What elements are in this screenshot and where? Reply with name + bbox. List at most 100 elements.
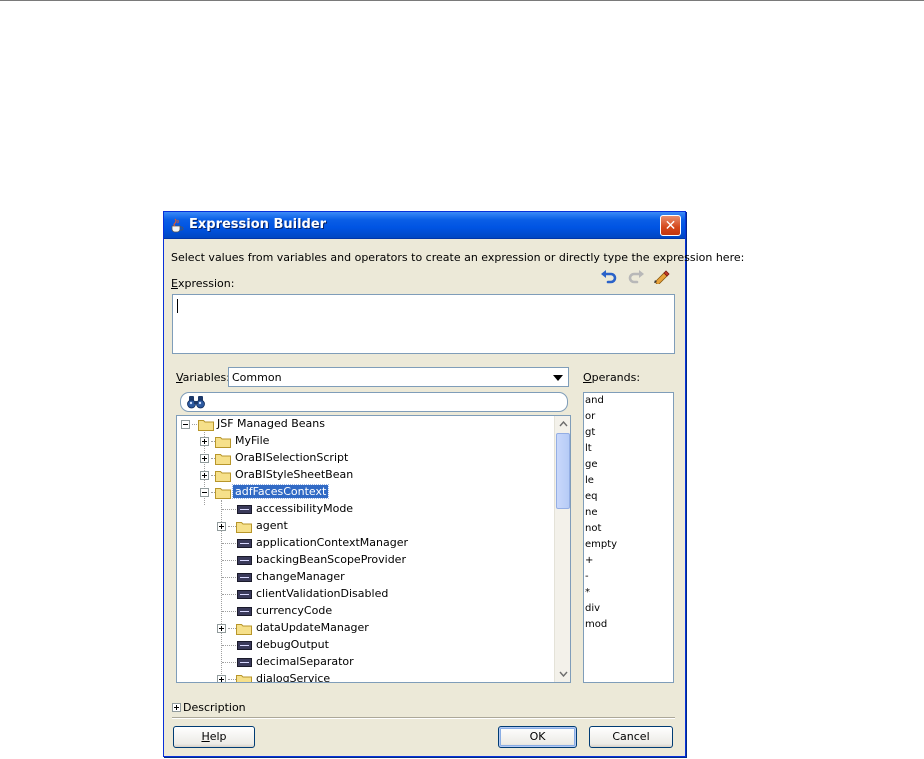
instruction-text: Select values from variables and operato… <box>171 251 745 264</box>
scroll-thumb[interactable] <box>556 433 570 509</box>
operand-item[interactable]: + <box>585 555 593 571</box>
close-button[interactable]: ✕ <box>660 215 681 236</box>
tree-item-label: decimalSeparator <box>256 655 354 668</box>
tree-item-currencycode[interactable]: currencyCode <box>177 603 555 620</box>
tree-item-clientvalidationdisabled[interactable]: clientValidationDisabled <box>177 586 555 603</box>
operand-item[interactable]: * <box>585 587 590 603</box>
cancel-button[interactable]: Cancel <box>589 726 673 748</box>
folder-icon <box>236 624 252 635</box>
expression-builder-dialog: Expression Builder ✕ Select values from … <box>163 211 744 757</box>
dialog-title: Expression Builder <box>189 217 327 232</box>
tree-connector <box>228 526 236 527</box>
close-icon: ✕ <box>664 217 677 234</box>
property-icon <box>237 590 252 599</box>
folder-icon <box>215 454 231 465</box>
expression-label: Expression: <box>171 277 235 290</box>
binoculars-icon <box>187 396 205 409</box>
operand-item[interactable]: div <box>585 603 600 619</box>
folder-icon <box>215 488 231 499</box>
operand-item[interactable]: not <box>585 523 601 539</box>
redo-icon[interactable] <box>627 269 645 285</box>
expression-input[interactable] <box>172 294 675 354</box>
scroll-up-button[interactable] <box>556 417 570 431</box>
tree-item-label: dataUpdateManager <box>256 621 369 634</box>
expand-icon[interactable] <box>200 471 209 480</box>
chevron-down-icon <box>558 671 568 677</box>
expand-icon[interactable] <box>217 624 226 633</box>
operand-item[interactable]: empty <box>585 539 617 555</box>
tree-item-label: backingBeanScopeProvider <box>256 553 406 566</box>
tree-item-label: applicationContextManager <box>256 536 408 549</box>
tree-item-label: OraBIStyleSheetBean <box>235 468 354 481</box>
tree-item-myfile[interactable]: MyFile <box>177 433 555 450</box>
tree-item-label: adfFacesContext <box>231 484 330 499</box>
tree-item-dialogservice[interactable]: dialogService <box>177 671 555 683</box>
tree-item-orabiselectionscript[interactable]: OraBISelectionScript <box>177 450 555 467</box>
variables-dropdown[interactable]: Common <box>228 367 569 387</box>
description-toggle-label[interactable]: Description <box>183 701 246 714</box>
collapse-icon[interactable] <box>200 488 209 497</box>
collapse-icon[interactable] <box>181 420 190 429</box>
variables-search-input[interactable] <box>180 392 568 412</box>
help-button[interactable]: Help <box>173 726 255 748</box>
operand-item[interactable]: ge <box>585 459 598 475</box>
ok-button[interactable]: OK <box>498 726 577 748</box>
property-icon <box>237 539 252 548</box>
operand-item[interactable]: mod <box>585 619 607 635</box>
operand-item[interactable]: gt <box>585 427 595 443</box>
tree-item-agent[interactable]: agent <box>177 518 555 535</box>
variables-label: Variables: <box>176 371 230 384</box>
tree-item-label: MyFile <box>235 434 270 447</box>
tree-item-label: accessibilityMode <box>256 502 354 515</box>
tree-connector <box>222 594 236 595</box>
tree-item-label: currencyCode <box>256 604 333 617</box>
tree-item-applicationcontextmanager[interactable]: applicationContextManager <box>177 535 555 552</box>
title-bar[interactable]: Expression Builder ✕ <box>164 212 685 239</box>
expand-icon[interactable] <box>217 675 226 682</box>
operand-item[interactable]: lt <box>585 443 592 459</box>
undo-icon[interactable] <box>600 269 618 285</box>
property-icon <box>237 505 252 514</box>
operand-item[interactable]: ne <box>585 507 598 523</box>
operand-item[interactable]: - <box>585 571 589 587</box>
tree-connector <box>192 424 197 425</box>
tree-item-accessibilitymode[interactable]: accessibilityMode <box>177 501 555 518</box>
tree-item-jsf-managed-beans[interactable]: JSF Managed Beans <box>177 416 555 433</box>
operands-label: Operands: <box>583 371 641 384</box>
scroll-down-button[interactable] <box>556 667 570 681</box>
folder-icon <box>198 420 214 431</box>
tree-item-label: clientValidationDisabled <box>256 587 389 600</box>
tree-item-changemanager[interactable]: changeManager <box>177 569 555 586</box>
variables-tree[interactable]: JSF Managed Beans MyFile OraBISelectionS… <box>176 415 571 683</box>
tree-item-dataupdatemanager[interactable]: dataUpdateManager <box>177 620 555 637</box>
expand-icon[interactable] <box>200 454 209 463</box>
property-icon <box>237 658 252 667</box>
top-rule <box>0 0 924 1</box>
tree-item-label: changeManager <box>256 570 345 583</box>
tree-item-adffacescontext[interactable]: adfFacesContext <box>177 484 555 501</box>
variables-selected-value: Common <box>232 371 282 384</box>
tree-item-decimalseparator[interactable]: decimalSeparator <box>177 654 555 671</box>
expand-icon[interactable] <box>217 522 226 531</box>
property-icon <box>237 573 252 582</box>
tree-connector <box>222 611 236 612</box>
tree-scrollbar[interactable] <box>554 416 570 682</box>
operand-item[interactable]: or <box>585 411 595 427</box>
tree-item-orabistylesheetbean[interactable]: OraBIStyleSheetBean <box>177 467 555 484</box>
folder-icon <box>236 675 252 682</box>
clear-icon[interactable] <box>652 268 670 284</box>
tree-connector <box>228 628 236 629</box>
tree-item-backingbeanscopeprovider[interactable]: backingBeanScopeProvider <box>177 552 555 569</box>
expand-icon[interactable] <box>200 437 209 446</box>
folder-icon <box>236 522 252 533</box>
operands-list[interactable]: and or gt lt ge le eq ne not empty + - *… <box>583 392 674 683</box>
operand-item[interactable]: and <box>585 395 604 411</box>
folder-icon <box>215 471 231 482</box>
tree-connector <box>228 679 236 680</box>
operand-item[interactable]: eq <box>585 491 598 507</box>
tree-connector <box>222 543 236 544</box>
tree-item-debugoutput[interactable]: debugOutput <box>177 637 555 654</box>
expand-icon[interactable] <box>172 703 181 712</box>
tree-item-label: dialogService <box>256 672 331 683</box>
operand-item[interactable]: le <box>585 475 594 491</box>
